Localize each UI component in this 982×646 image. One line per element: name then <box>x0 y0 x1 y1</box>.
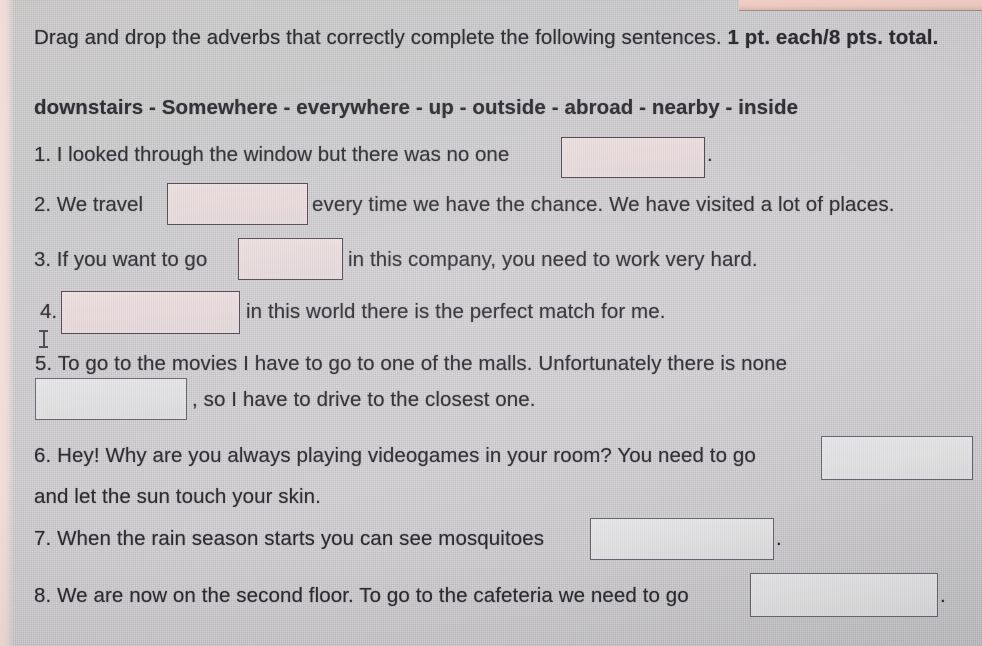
question-2-dropbox[interactable] <box>167 183 308 225</box>
question-2: 2. We travel <box>34 193 143 217</box>
question-7-dropbox[interactable] <box>590 518 774 560</box>
question-3-text-before: 3. If you want to go <box>34 248 208 271</box>
instructions-normal-text: Drag and drop the adverbs that correctly… <box>34 26 728 49</box>
question-6-text-before: 6. Hey! Why are you always playing video… <box>34 444 756 467</box>
question-4: 4. <box>40 300 57 324</box>
question-3-text-after: in this company, you need to work very h… <box>348 248 758 271</box>
word-bank: downstairs - Somewhere - everywhere - up… <box>34 96 799 119</box>
question-1-dropbox[interactable] <box>561 137 705 178</box>
question-8-text-before: 8. We are now on the second floor. To go… <box>34 584 689 607</box>
instructions-line-1: Drag and drop the adverbs that correctly… <box>34 26 938 50</box>
question-7-text-after: . <box>776 527 782 550</box>
text-cursor-icon <box>38 329 49 349</box>
question-8-dropbox[interactable] <box>750 573 938 617</box>
instructions-bold-points: 1 pt. each/8 pts. total. <box>727 26 939 49</box>
question-6-dropbox[interactable] <box>821 436 973 480</box>
question-5-text-before: 5. To go to the movies I have to go to o… <box>35 352 788 375</box>
left-paper-edge <box>0 0 14 646</box>
question-1-text-before: 1. I looked through the window but there… <box>34 143 510 166</box>
question-5-dropbox[interactable] <box>35 378 187 420</box>
question-3: 3. If you want to go <box>34 248 207 272</box>
question-1-text-after: . <box>707 143 713 166</box>
question-2-text-before: 2. We travel <box>34 193 143 216</box>
worksheet-screenshot: Drag and drop the adverbs that correctly… <box>0 0 982 646</box>
question-2-text-after: every time we have the chance. We have v… <box>312 193 895 216</box>
question-5-text-after: , so I have to drive to the closest one. <box>192 388 536 411</box>
question-4-number: 4. <box>40 300 58 323</box>
question-4-dropbox[interactable] <box>61 291 240 334</box>
question-3-dropbox[interactable] <box>238 238 343 280</box>
question-8-text-after: . <box>940 584 946 607</box>
top-paper-edge <box>739 0 982 11</box>
question-7-text-before: 7. When the rain season starts you can s… <box>34 527 545 550</box>
question-6-text-after: and let the sun touch your skin. <box>34 485 321 508</box>
question-4-text-after: in this world there is the perfect match… <box>246 300 666 323</box>
question-1: 1. I looked through the window but there… <box>34 143 509 167</box>
